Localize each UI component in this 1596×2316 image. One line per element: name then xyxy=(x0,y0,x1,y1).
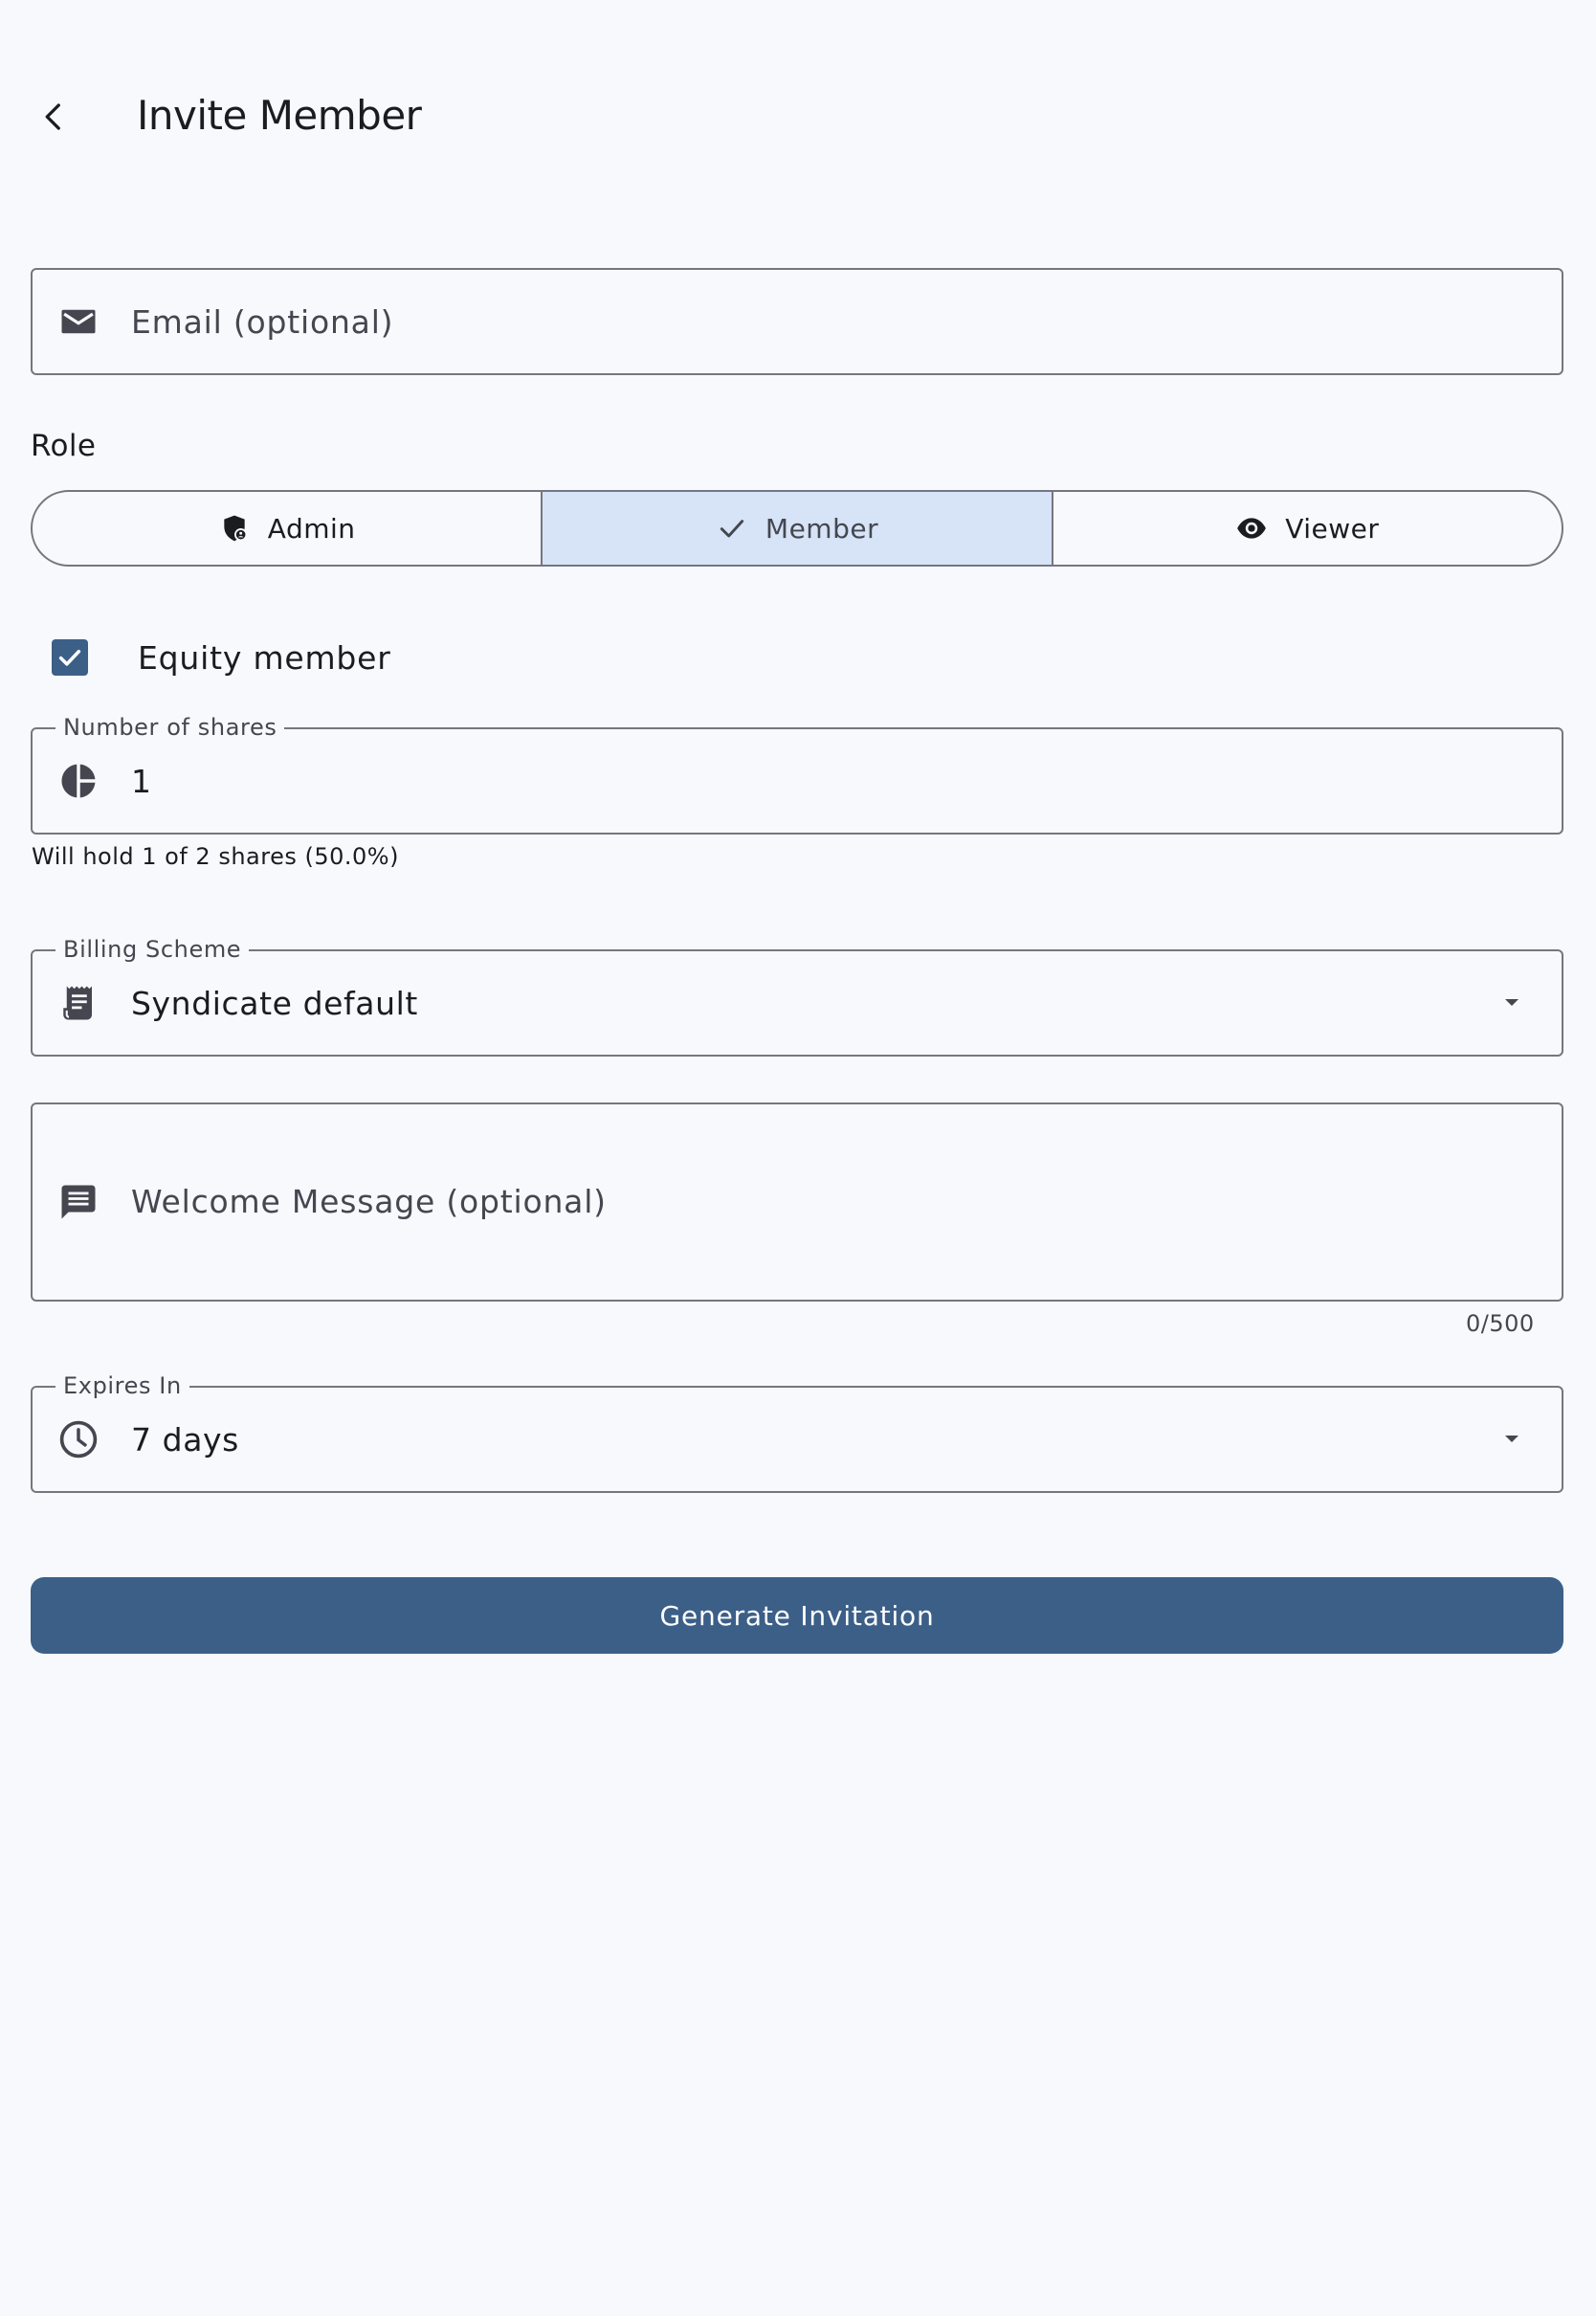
equity-member-label: Equity member xyxy=(138,639,391,677)
role-option-viewer[interactable]: Viewer xyxy=(1051,492,1562,565)
expires-in-dropdown[interactable]: Expires In 7 days xyxy=(31,1372,1563,1493)
arrow-back-icon xyxy=(45,103,60,130)
email-field[interactable]: Email (optional) xyxy=(31,268,1563,375)
shares-field[interactable]: Number of shares 1 xyxy=(31,714,1563,835)
dropdown-arrow-icon xyxy=(1493,1420,1531,1459)
role-option-admin[interactable]: Admin xyxy=(33,492,541,565)
shares-label: Number of shares xyxy=(55,714,285,741)
role-option-label: Viewer xyxy=(1285,512,1380,545)
role-label: Role xyxy=(31,429,97,463)
receipt-icon xyxy=(55,980,101,1026)
welcome-message-placeholder: Welcome Message (optional) xyxy=(131,1183,607,1220)
check-icon xyxy=(716,512,748,545)
email-placeholder: Email (optional) xyxy=(131,303,394,341)
generate-invitation-button[interactable]: Generate Invitation xyxy=(31,1577,1563,1654)
app-bar: Invite Member xyxy=(0,57,1596,172)
clock-icon xyxy=(55,1416,101,1462)
generate-invitation-label: Generate Invitation xyxy=(659,1599,935,1632)
shares-input[interactable]: 1 xyxy=(131,761,152,803)
billing-scheme-label: Billing Scheme xyxy=(55,936,250,963)
dropdown-arrow-icon xyxy=(1493,984,1531,1022)
back-button[interactable] xyxy=(23,86,84,147)
billing-scheme-dropdown[interactable]: Billing Scheme Syndicate default xyxy=(31,936,1563,1057)
role-option-member[interactable]: Member xyxy=(541,492,1052,565)
checkmark-icon xyxy=(58,650,81,666)
equity-member-checkbox[interactable] xyxy=(52,639,88,676)
shares-helper-text: Will hold 1 of 2 shares (50.0%) xyxy=(32,843,399,870)
equity-member-row[interactable]: Equity member xyxy=(31,624,605,693)
role-segmented-button: Admin Member Viewer xyxy=(31,490,1563,567)
eye-icon xyxy=(1235,512,1268,545)
character-counter: 0/500 xyxy=(1466,1310,1535,1337)
mail-icon xyxy=(55,299,101,345)
admin-shield-icon xyxy=(218,512,251,545)
role-option-label: Admin xyxy=(267,512,356,545)
expires-in-value: 7 days xyxy=(131,1421,239,1459)
pie-chart-icon xyxy=(55,758,101,804)
page-title: Invite Member xyxy=(137,92,422,139)
message-icon xyxy=(55,1179,101,1225)
invite-member-screen: Invite Member Email (optional) Role Admi… xyxy=(0,0,1596,2316)
expires-in-label: Expires In xyxy=(55,1372,189,1399)
role-option-label: Member xyxy=(765,512,879,545)
billing-scheme-value: Syndicate default xyxy=(131,985,418,1022)
welcome-message-field[interactable]: Welcome Message (optional) xyxy=(31,1102,1563,1302)
